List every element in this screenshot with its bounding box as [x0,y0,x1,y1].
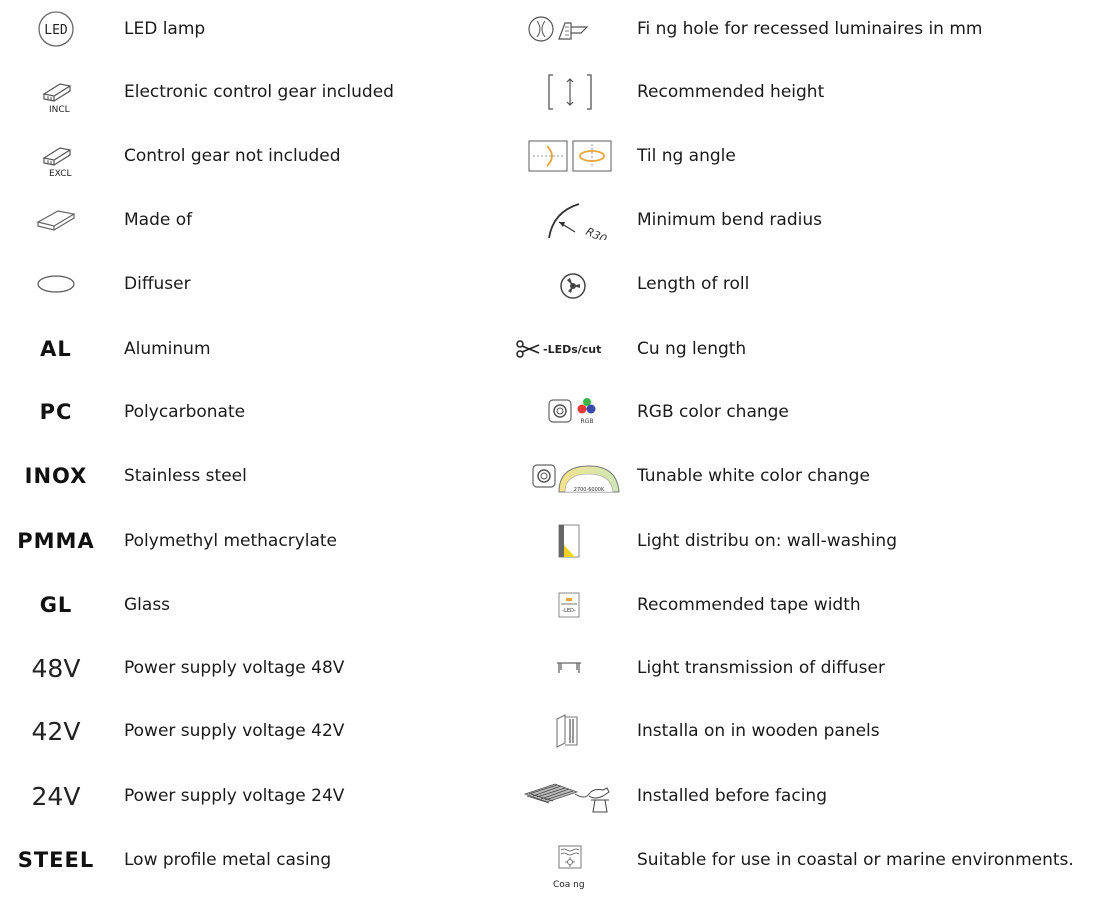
diffuser-icon [10,264,102,304]
legend-label: LED lamp [124,19,206,39]
recommended-height-icon [515,72,625,112]
incl-text: INCL [49,105,70,115]
voltage-48v-code: 48V [10,648,102,688]
legend-label: Power supply voltage 24V [124,786,345,806]
inox-code: INOX [10,456,102,496]
legend-label: Power supply voltage 42V [124,721,345,741]
legend-label: Light distribu on: wall-washing [637,531,897,551]
legend-label: Fi ng hole for recessed luminaires in mm [637,19,983,39]
code-text: 42V [31,716,81,746]
legend-label: Control gear not included [124,146,341,166]
excl-text: EXCL [49,169,72,179]
symbol-legend: LED LED lamp INCL Electronic control gea… [0,0,1096,897]
code-text: AL [40,337,72,361]
code-text: PC [39,400,73,424]
code-text: PMMA [17,529,95,553]
legend-label: Installed before facing [637,786,827,806]
legend-label: Til ng angle [637,146,736,166]
legend-label: Diffuser [124,274,191,294]
led-lamp-icon: LED [10,9,102,49]
coating-text: Coa ng [553,880,585,890]
legend-label: Length of roll [637,274,750,294]
legend-label: Tunable white color change [637,466,870,486]
r30-text: R30 [584,225,609,240]
glass-code: GL [10,585,102,625]
code-text: INOX [24,464,88,488]
polycarbonate-code: PC [10,392,102,432]
control-gear-excluded-icon: EXCL [10,136,102,179]
code-text: STEEL [17,848,95,872]
legend-label: Polymethyl methacrylate [124,531,338,551]
roll-length-icon [515,264,625,304]
code-text: GL [39,593,73,617]
steel-code: STEEL [10,840,102,880]
code-text: 48V [31,653,81,683]
diffuser-transmission-icon [515,648,625,688]
fitting-hole-icon [515,9,625,49]
made-of-icon [10,200,102,240]
code-text: 24V [31,781,81,811]
voltage-24v-code: 24V [10,776,102,816]
legend-label: RGB color change [637,402,789,422]
before-facing-icon [515,776,625,816]
coating-icon: Coa ng [515,840,625,890]
legend-label: Suitable for use in coastal or marine en… [637,850,1074,870]
bend-radius-icon: R30 [515,200,625,240]
legend-label: Polycarbonate [124,402,246,422]
pmma-code: PMMA [10,521,102,561]
wall-washing-icon [515,521,625,561]
legend-label: Power supply voltage 48V [124,658,345,678]
legend-label: Made of [124,210,193,230]
legend-label: Electronic control gear included [124,82,394,102]
legend-label: Recommended tape width [637,595,861,615]
legend-label: Light transmission of diffuser [637,658,885,678]
control-gear-included-icon: INCL [10,72,102,115]
svg-text:LED: LED [44,23,68,38]
rgb-color-change-icon: RGB [515,392,625,432]
legend-label: Aluminum [124,339,211,359]
aluminum-code: AL [10,329,102,369]
legend-label: Glass [124,595,171,615]
scissors-icon: -LEDs/cut [515,329,625,369]
legend-label: Installa on in wooden panels [637,721,880,741]
legend-label: Cu ng length [637,339,747,359]
tilting-angle-icon [515,136,625,176]
legend-label: Recommended height [637,82,825,102]
rgb-text: RGB [581,418,594,425]
voltage-42v-code: 42V [10,711,102,751]
wooden-panel-icon [515,711,625,751]
led-text: -LED- [562,608,576,614]
legend-label: Minimum bend radius [637,210,822,230]
tape-width-icon: -LED- [515,585,625,625]
legend-label: Low profile metal casing [124,850,332,870]
leds-per-cut-text: -LEDs/cut [543,342,602,356]
kelvin-range-text: 2700-6000K [574,487,605,493]
legend-label: Stainless steel [124,466,247,486]
tunable-white-icon: 2700-6000K [515,456,625,496]
